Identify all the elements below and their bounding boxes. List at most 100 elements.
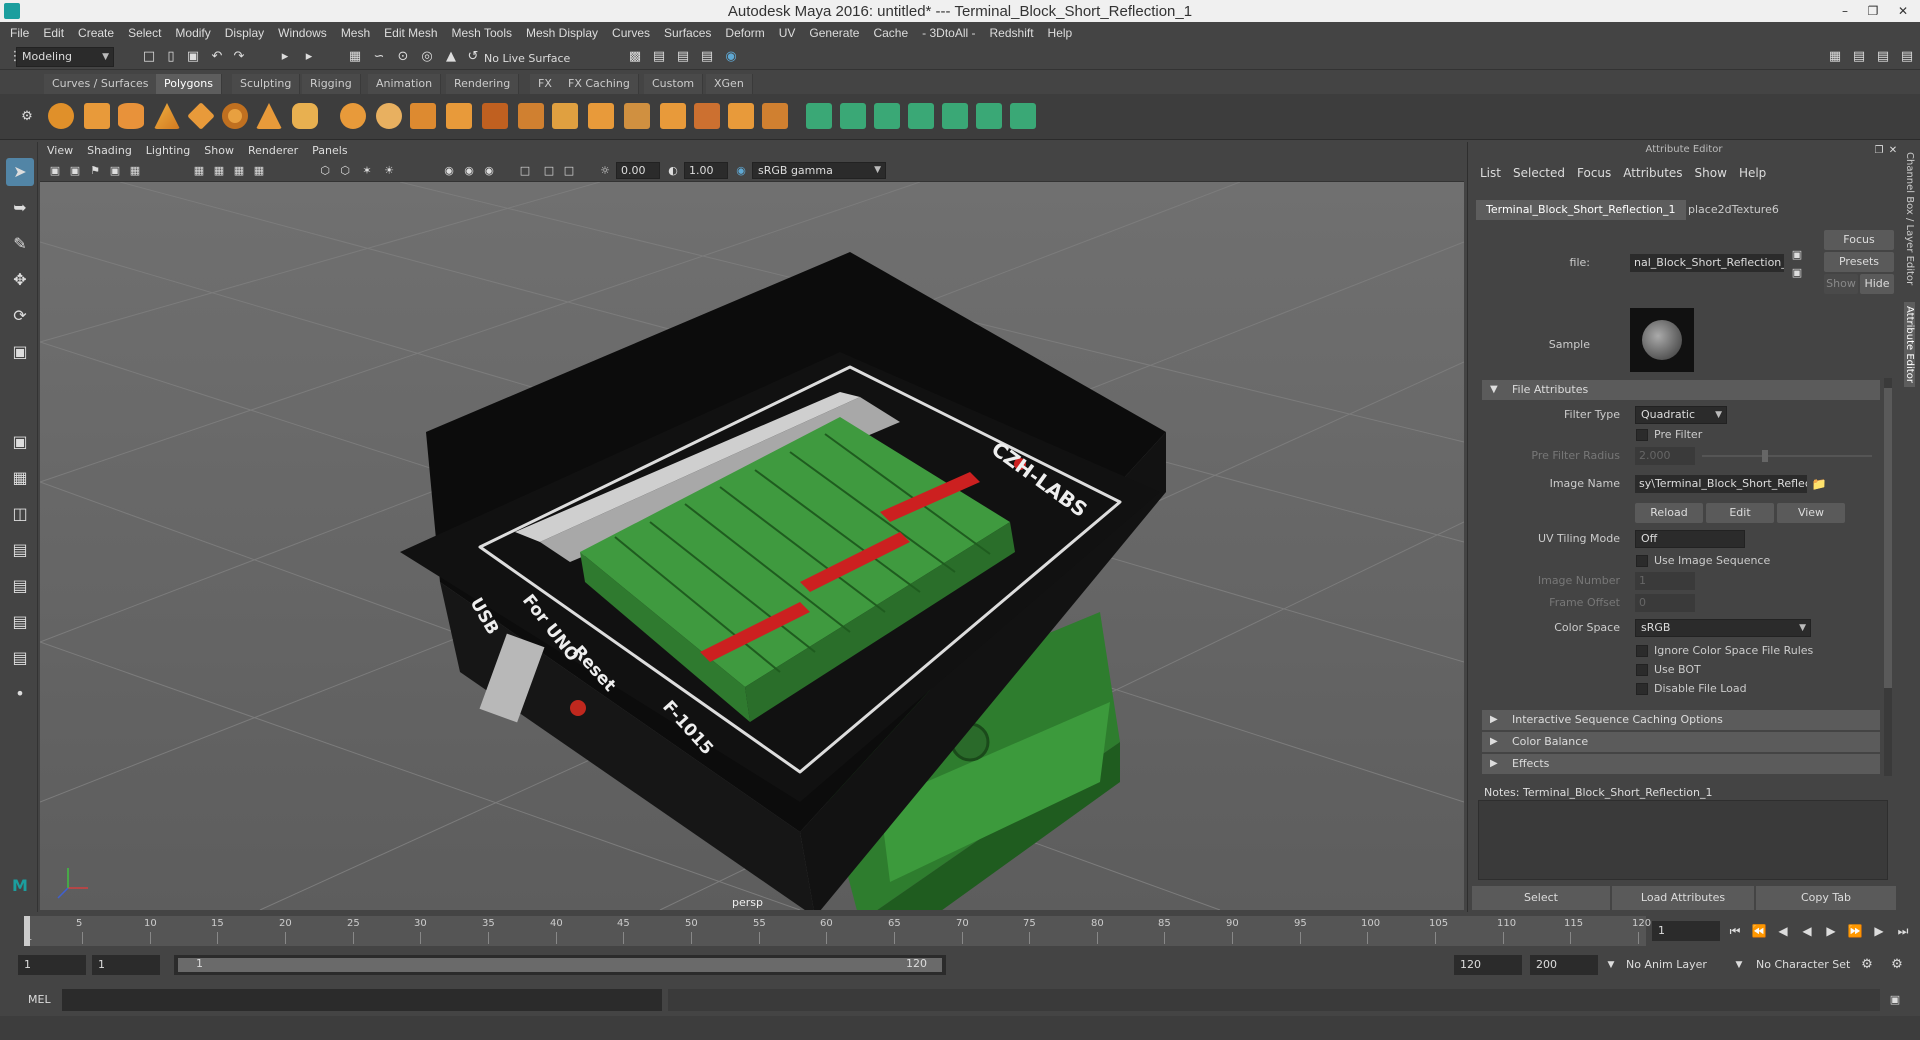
copy-tab-button[interactable]: Copy Tab — [1756, 886, 1896, 910]
step-back-key-icon[interactable]: ⏪ — [1750, 922, 1768, 940]
play-backwards-icon[interactable]: ◀ — [1798, 922, 1816, 940]
tool-settings-toggle-icon[interactable]: ▤ — [1874, 48, 1892, 66]
animation-end-field[interactable]: 200 — [1530, 955, 1598, 975]
hypershade-layout-icon[interactable]: ▤ — [6, 608, 34, 636]
use-image-sequence-checkbox[interactable] — [1636, 555, 1648, 567]
presets-button[interactable]: Presets — [1824, 252, 1894, 272]
use-lights-icon[interactable]: ▦ — [250, 162, 268, 180]
ae-menu-show[interactable]: Show — [1689, 164, 1733, 182]
ae-menu-help[interactable]: Help — [1733, 164, 1772, 182]
menu-cache[interactable]: Cache — [866, 22, 915, 44]
tab-file-node[interactable]: Terminal_Block_Short_Reflection_1 — [1476, 200, 1686, 220]
input-connection-icon[interactable]: ▣ — [1788, 246, 1806, 264]
playback-preferences-icon[interactable]: ⚙ — [1888, 956, 1906, 974]
uv-editor-icon[interactable] — [942, 103, 968, 129]
view-button[interactable]: View — [1777, 503, 1845, 523]
shelf-tab-animation[interactable]: Animation — [368, 74, 442, 94]
tab-place2dtexture[interactable]: place2dTexture6 — [1678, 200, 1789, 220]
menu-create[interactable]: Create — [71, 22, 121, 44]
step-forward-frame-icon[interactable]: ▶ — [1870, 922, 1888, 940]
combine-icon[interactable] — [340, 103, 366, 129]
close-icon[interactable]: ✕ — [1888, 0, 1918, 22]
uv-layout-icon[interactable] — [1010, 103, 1036, 129]
paint-select-tool-icon[interactable]: ✎ — [6, 230, 34, 258]
shelf-tab-polygons[interactable]: Polygons — [156, 74, 222, 94]
menu-modify[interactable]: Modify — [168, 22, 217, 44]
smooth-shade-icon[interactable]: ▦ — [210, 162, 228, 180]
go-to-end-icon[interactable]: ⏭ — [1894, 922, 1912, 940]
section-file-attributes[interactable]: ▼ File Attributes — [1482, 380, 1880, 400]
scale-tool-icon[interactable]: ▣ — [6, 338, 34, 366]
wireframe-icon[interactable]: ▦ — [190, 162, 208, 180]
extrude-icon[interactable] — [482, 103, 508, 129]
shelf-tab-xgen[interactable]: XGen — [706, 74, 753, 94]
uv-automatic-icon[interactable] — [908, 103, 934, 129]
folder-icon[interactable]: 📁 — [1810, 475, 1828, 493]
scrollbar-thumb[interactable] — [1884, 388, 1892, 688]
more-layouts-icon[interactable]: • — [6, 680, 34, 708]
section-color-balance[interactable]: ▶ Color Balance — [1482, 732, 1880, 752]
viewport-menu-shading[interactable]: Shading — [80, 142, 139, 160]
redo-icon[interactable]: ↷ — [230, 48, 248, 66]
go-to-start-icon[interactable]: ⏮ — [1726, 922, 1744, 940]
bridge-icon[interactable] — [518, 103, 544, 129]
grid-toggle-icon[interactable]: ▦ — [126, 162, 144, 180]
poly-pipe-icon[interactable] — [292, 103, 318, 129]
menu-select[interactable]: Select — [121, 22, 168, 44]
command-input[interactable] — [62, 989, 662, 1011]
filter-type-dropdown[interactable]: Quadratic ▼ — [1635, 406, 1727, 424]
step-forward-key-icon[interactable]: ⏩ — [1846, 922, 1864, 940]
gamma-icon[interactable]: ◐ — [664, 162, 682, 180]
menu-uv[interactable]: UV — [772, 22, 803, 44]
snap-point-icon[interactable]: ⊙ — [394, 48, 412, 66]
mirror-icon[interactable] — [762, 103, 788, 129]
rotate-tool-icon[interactable]: ⟳ — [6, 302, 34, 330]
menu-redshift[interactable]: Redshift — [983, 22, 1041, 44]
attribute-editor-toggle-icon[interactable]: ▤ — [1850, 48, 1868, 66]
disable-file-load-checkbox[interactable] — [1636, 683, 1648, 695]
ae-menu-attributes[interactable]: Attributes — [1617, 164, 1688, 182]
camera-select-icon[interactable]: ▣ — [46, 162, 64, 180]
shelf-tab-custom[interactable]: Custom — [644, 74, 704, 94]
shelf-tab-curves-surfaces[interactable]: Curves / Surfaces — [44, 74, 158, 94]
insert-edge-loop-icon[interactable] — [588, 103, 614, 129]
ae-menu-focus[interactable]: Focus — [1571, 164, 1617, 182]
ae-menu-list[interactable]: List — [1474, 164, 1507, 182]
render-settings-icon[interactable]: ▤ — [698, 48, 716, 66]
target-weld-icon[interactable] — [660, 103, 686, 129]
shadows-icon[interactable]: ✶ — [358, 162, 376, 180]
viewport-menu-show[interactable]: Show — [197, 142, 241, 160]
gamma-field[interactable]: 1.00 — [684, 162, 728, 179]
image-number-field[interactable]: 1 — [1635, 572, 1695, 590]
viewport-menu-renderer[interactable]: Renderer — [241, 142, 305, 160]
uv-spherical-icon[interactable] — [874, 103, 900, 129]
exposure-icon[interactable]: ☼ — [596, 162, 614, 180]
boolean-icon[interactable] — [446, 103, 472, 129]
shelf-tab-fx-caching[interactable]: FX Caching — [560, 74, 639, 94]
camera-lock-icon[interactable]: ▣ — [66, 162, 84, 180]
focus-button[interactable]: Focus — [1824, 230, 1894, 250]
shelf-tab-fx[interactable]: FX — [530, 74, 561, 94]
pre-filter-radius-field[interactable]: 2.000 — [1635, 447, 1695, 465]
ipr-render-icon[interactable]: ▤ — [674, 48, 692, 66]
file-node-name-field[interactable]: nal_Block_Short_Reflection_1 — [1630, 254, 1784, 272]
viewport-menu-panels[interactable]: Panels — [305, 142, 354, 160]
outliner-layout-icon[interactable]: ▤ — [6, 536, 34, 564]
uv-cylindrical-icon[interactable] — [840, 103, 866, 129]
snap-surface-icon[interactable]: ▲ — [442, 48, 460, 66]
menu-windows[interactable]: Windows — [271, 22, 334, 44]
playback-end-field[interactable]: 120 — [1454, 955, 1522, 975]
ignore-color-space-rules-checkbox[interactable] — [1636, 645, 1648, 657]
section-effects[interactable]: ▶ Effects — [1482, 754, 1880, 774]
single-view-layout-icon[interactable]: ▣ — [6, 428, 34, 456]
range-slider-bar[interactable] — [178, 958, 942, 972]
multi-cut-icon[interactable] — [624, 103, 650, 129]
quad-draw-icon[interactable] — [728, 103, 754, 129]
ambient-occlusion-icon[interactable]: ☀ — [380, 162, 398, 180]
two-view-layout-icon[interactable]: ◫ — [6, 500, 34, 528]
menu-3dtoall[interactable]: - 3DtoAll - — [915, 22, 982, 44]
image-name-field[interactable]: sy\Terminal_Block_Short_Reflection.png — [1635, 475, 1807, 493]
load-attributes-button[interactable]: Load Attributes — [1612, 886, 1754, 910]
show-button[interactable]: Show — [1824, 274, 1858, 294]
snap-view-icon[interactable]: ◎ — [418, 48, 436, 66]
